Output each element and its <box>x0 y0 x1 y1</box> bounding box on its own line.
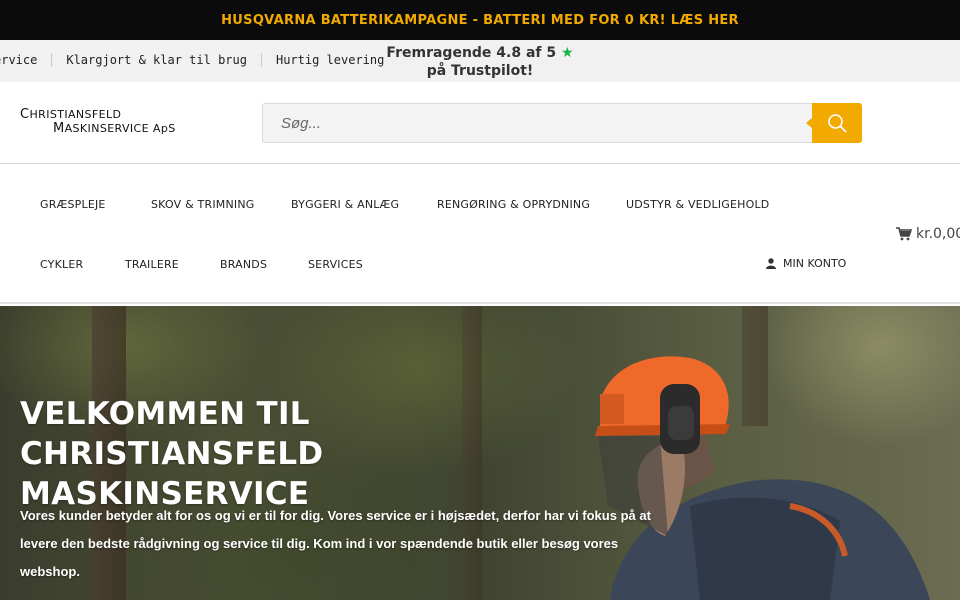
logo-line-2: MASKINSERVICE ApS <box>53 121 176 136</box>
nav-item-cykler[interactable]: CYKLER <box>40 258 83 271</box>
promo-banner[interactable]: HUSQVARNA BATTERIKAMPAGNE - BATTERI MED … <box>0 0 960 40</box>
site-logo[interactable]: CHRISTIANSFELD MASKINSERVICE ApS <box>20 108 176 136</box>
search-input[interactable] <box>262 103 812 143</box>
star-icon: ★ <box>561 45 574 61</box>
usp-item: ervice <box>0 53 38 67</box>
site-header: CHRISTIANSFELD MASKINSERVICE ApS <box>0 82 960 164</box>
nav-item-udstyr-vedligehold[interactable]: UDSTYR & VEDLIGEHOLD <box>626 198 769 211</box>
nav-item-byggeri-anlaeg[interactable]: BYGGERI & ANLÆG <box>291 198 399 211</box>
usp-divider <box>51 53 53 67</box>
trustpilot-rating-text: Fremragende 4.8 af 5 <box>386 45 557 61</box>
account-link[interactable]: MIN KONTO <box>766 257 846 270</box>
cart-link[interactable]: kr.0,00 <box>896 226 960 242</box>
nav-item-brands[interactable]: BRANDS <box>220 258 267 271</box>
info-bar: ervice Klargjort & klar til brug Hurtig … <box>0 40 960 82</box>
trustpilot-rating[interactable]: Fremragende 4.8 af 5 ★ på Trustpilot! <box>360 44 600 80</box>
user-icon <box>766 258 776 269</box>
nav-item-trailere[interactable]: TRAILERE <box>125 258 179 271</box>
usp-list: ervice Klargjort & klar til brug Hurtig … <box>0 53 384 67</box>
nav-item-graespleje[interactable]: GRÆSPLEJE <box>40 198 106 211</box>
hero-title: VELKOMMEN TIL CHRISTIANSFELD MASKINSERVI… <box>20 396 324 512</box>
nav-item-skov-trimning[interactable]: SKOV & TRIMNING <box>151 198 254 211</box>
main-navigation: GRÆSPLEJE SKOV & TRIMNING BYGGERI & ANLÆ… <box>0 164 960 304</box>
search-icon <box>828 114 847 133</box>
logo-line-1: CHRISTIANSFELD <box>20 107 122 122</box>
nav-item-rengoering-oprydning[interactable]: RENGØRING & OPRYDNING <box>437 198 590 211</box>
cart-total: kr.0,00 <box>916 226 960 242</box>
promo-banner-text[interactable]: HUSQVARNA BATTERIKAMPAGNE - BATTERI MED … <box>221 13 739 28</box>
trustpilot-source-text: på Trustpilot! <box>426 63 534 79</box>
nav-item-services[interactable]: SERVICES <box>308 258 363 271</box>
cart-icon <box>896 227 912 241</box>
search-form <box>262 103 862 143</box>
hero-banner: VELKOMMEN TIL CHRISTIANSFELD MASKINSERVI… <box>0 306 960 600</box>
usp-item: Klargjort & klar til brug <box>66 53 247 67</box>
usp-divider <box>260 53 262 67</box>
hero-description: Vores kunder betyder alt for os og vi er… <box>20 508 651 579</box>
account-label: MIN KONTO <box>783 257 847 270</box>
search-button[interactable] <box>806 103 862 143</box>
